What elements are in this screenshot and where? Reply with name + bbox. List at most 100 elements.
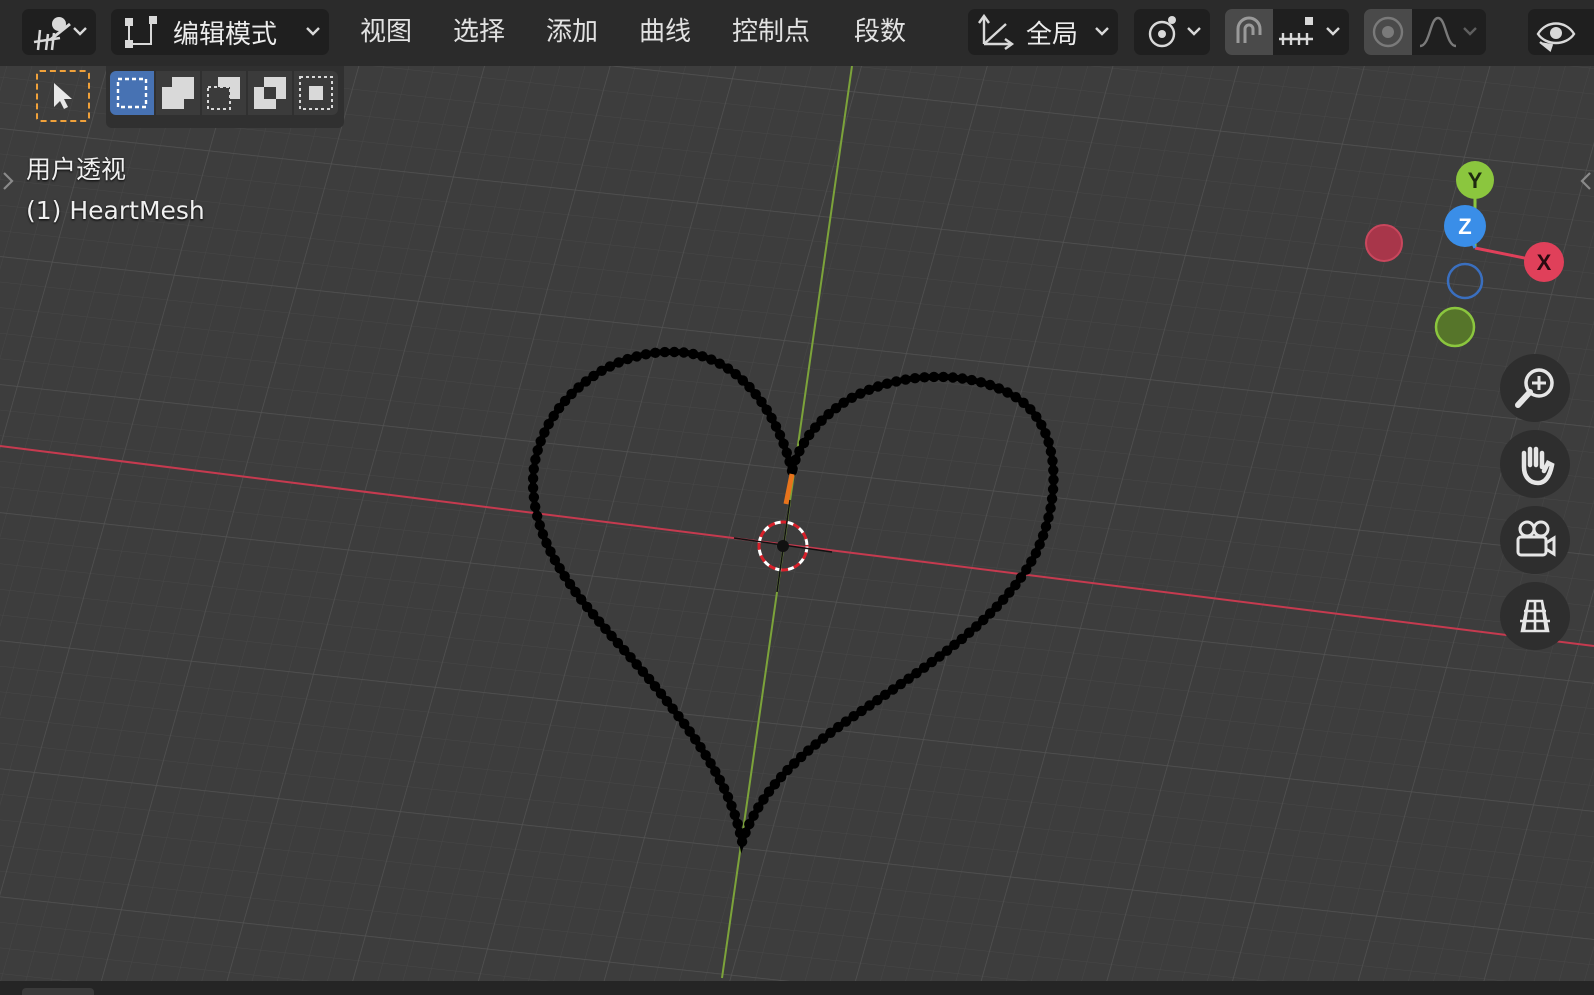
falloff-curve-icon[interactable]	[1418, 14, 1458, 50]
control-point[interactable]	[928, 371, 940, 383]
control-point[interactable]	[1034, 539, 1045, 550]
control-point[interactable]	[530, 454, 541, 465]
menu-segments[interactable]: 段数	[848, 12, 912, 52]
select-box-invert-button[interactable]	[248, 71, 292, 115]
control-point[interactable]	[688, 348, 699, 360]
chevron-down-icon[interactable]	[1462, 24, 1478, 38]
control-point[interactable]	[697, 351, 708, 362]
control-point[interactable]	[729, 809, 740, 820]
snap-toggle[interactable]	[1225, 9, 1273, 55]
control-point[interactable]	[947, 372, 959, 383]
gizmo-neg-x[interactable]	[1365, 224, 1403, 262]
control-point[interactable]	[900, 374, 911, 385]
view-name-label: 用户透视	[26, 155, 127, 184]
control-point[interactable]	[1048, 465, 1059, 476]
control-point[interactable]	[787, 463, 798, 475]
perspective-toggle-button[interactable]	[1500, 582, 1570, 650]
select-box-intersect-button[interactable]	[294, 71, 338, 115]
control-point[interactable]	[530, 501, 541, 512]
control-point[interactable]	[1047, 455, 1058, 467]
control-point[interactable]	[1045, 446, 1057, 457]
control-point[interactable]	[736, 836, 748, 847]
chevron-down-icon	[1095, 27, 1109, 36]
control-point[interactable]	[726, 800, 737, 811]
mode-selector[interactable]: 编辑模式	[111, 9, 329, 55]
control-point[interactable]	[640, 349, 652, 360]
select-new-icon	[116, 77, 148, 109]
menu-control-points[interactable]: 控制点	[726, 12, 816, 52]
menu-view[interactable]: 视图	[354, 12, 418, 52]
active-tool-button[interactable]	[36, 70, 90, 122]
sidebar-expand-icon[interactable]	[1576, 168, 1594, 194]
control-point[interactable]	[527, 482, 539, 494]
control-point[interactable]	[1045, 502, 1056, 514]
control-point[interactable]	[1043, 437, 1054, 448]
control-point[interactable]	[1037, 530, 1049, 541]
pan-button[interactable]	[1500, 430, 1570, 498]
select-mode-toolbar	[106, 66, 344, 128]
control-point[interactable]	[957, 373, 968, 384]
control-point[interactable]	[650, 347, 661, 358]
control-point[interactable]	[909, 373, 921, 384]
control-point[interactable]	[1048, 474, 1059, 485]
control-point[interactable]	[1043, 512, 1054, 523]
control-point[interactable]	[527, 473, 539, 484]
navigation-gizmo[interactable]: Y Z X	[1360, 150, 1570, 360]
control-point[interactable]	[938, 371, 949, 383]
pivot-point-icon	[1148, 16, 1176, 48]
control-point[interactable]	[919, 372, 930, 383]
control-point[interactable]	[532, 510, 543, 522]
control-point[interactable]	[659, 346, 670, 358]
control-point[interactable]	[534, 520, 545, 531]
chevron-down-icon[interactable]	[1325, 24, 1341, 38]
control-point[interactable]	[975, 377, 987, 388]
control-point[interactable]	[1046, 493, 1058, 504]
visibility-selector[interactable]	[1528, 9, 1594, 55]
gizmo-neg-z[interactable]	[1446, 262, 1484, 300]
bottom-panel-tab[interactable]	[22, 988, 94, 995]
control-point[interactable]	[881, 378, 893, 389]
control-point[interactable]	[706, 354, 717, 365]
zoom-icon	[1515, 368, 1554, 408]
control-point[interactable]	[732, 818, 743, 829]
pivot-point-selector[interactable]	[1134, 9, 1210, 55]
camera-view-button[interactable]	[1500, 506, 1570, 574]
control-point[interactable]	[528, 492, 540, 503]
transform-orientation-selector[interactable]: 全局	[968, 9, 1118, 55]
editor-type-button[interactable]	[22, 9, 96, 55]
control-point[interactable]	[535, 436, 546, 447]
gizmo-neg-y[interactable]	[1434, 306, 1476, 348]
transform-orientation-icon	[978, 13, 1015, 50]
control-point[interactable]	[872, 381, 884, 392]
select-box-extend-button[interactable]	[156, 71, 200, 115]
control-point[interactable]	[532, 445, 543, 456]
control-point[interactable]	[669, 346, 680, 358]
select-box-subtract-button[interactable]	[202, 71, 246, 115]
control-point[interactable]	[891, 376, 902, 387]
chevron-down-icon	[306, 27, 320, 36]
object-name-label: (1) HeartMesh	[26, 196, 205, 225]
snap-increment-icon[interactable]	[1277, 13, 1321, 51]
control-point[interactable]	[781, 447, 792, 458]
control-point[interactable]	[622, 353, 633, 365]
control-point[interactable]	[631, 351, 642, 362]
menu-select[interactable]: 选择	[447, 12, 511, 52]
proportional-edit-toggle[interactable]	[1364, 9, 1412, 55]
zoom-button[interactable]	[1500, 354, 1570, 422]
menu-add[interactable]: 添加	[540, 12, 604, 52]
control-point[interactable]	[984, 379, 996, 391]
gizmo-y-label: Y	[1468, 168, 1483, 193]
3d-viewport[interactable]	[0, 0, 1594, 995]
control-point[interactable]	[1047, 484, 1059, 495]
control-point[interactable]	[678, 347, 689, 358]
control-point[interactable]	[966, 374, 977, 386]
chevron-down-icon	[1187, 27, 1201, 36]
control-point[interactable]	[1040, 521, 1052, 532]
select-box-new-button[interactable]	[110, 71, 154, 115]
camera-view-icon	[1516, 520, 1556, 557]
menu-curve[interactable]: 曲线	[633, 12, 697, 52]
toolbar-expand-icon[interactable]	[0, 168, 16, 194]
control-point[interactable]	[790, 454, 801, 466]
select-intersect-icon	[299, 76, 333, 110]
control-point[interactable]	[528, 463, 539, 475]
